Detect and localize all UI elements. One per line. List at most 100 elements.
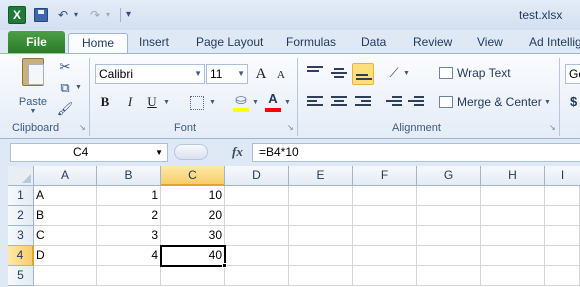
shrink-font-button[interactable]: A <box>272 66 290 84</box>
cell-a2[interactable]: B <box>34 206 97 226</box>
insert-function-icon[interactable]: fx <box>232 144 243 160</box>
cell-b3[interactable]: 3 <box>97 226 161 246</box>
column-header-a[interactable]: A <box>34 166 97 186</box>
borders-icon[interactable] <box>190 96 204 110</box>
worksheet-grid[interactable]: A B C D E F G H I 1 2 3 4 5 A 1 10 B 2 2… <box>0 166 580 287</box>
cell-i5[interactable] <box>545 266 580 286</box>
grow-font-button[interactable]: A <box>252 65 270 83</box>
cell-e5[interactable] <box>289 266 353 286</box>
merge-dropdown-icon[interactable]: ▼ <box>544 99 551 106</box>
cell-c5[interactable] <box>161 266 225 286</box>
cell-d5[interactable] <box>225 266 289 286</box>
cell-f2[interactable] <box>353 206 417 226</box>
copy-icon[interactable]: ⧉ <box>56 79 74 97</box>
cell-h4[interactable] <box>481 246 545 266</box>
format-painter-icon[interactable]: 🖌 <box>56 100 74 118</box>
font-size-select[interactable]: 11 ▼ <box>206 64 248 84</box>
cell-i2[interactable] <box>545 206 580 226</box>
cell-b5[interactable] <box>97 266 161 286</box>
tab-ad-intelligence[interactable]: Ad Intellig <box>529 33 580 53</box>
cell-e1[interactable] <box>289 186 353 206</box>
wrap-text-button[interactable]: Wrap Text <box>439 64 511 82</box>
cell-d4[interactable] <box>225 246 289 266</box>
column-header-c[interactable]: C <box>161 166 225 186</box>
cell-a4[interactable]: D <box>34 246 97 266</box>
row-header-3[interactable]: 3 <box>8 226 34 246</box>
column-header-b[interactable]: B <box>97 166 161 186</box>
decrease-indent-icon[interactable] <box>386 96 402 110</box>
excel-logo-icon[interactable]: X <box>8 6 26 24</box>
cell-e3[interactable] <box>289 226 353 246</box>
row-header-5[interactable]: 5 <box>8 266 34 286</box>
cell-a1[interactable]: A <box>34 186 97 206</box>
cell-d1[interactable] <box>225 186 289 206</box>
undo-button[interactable]: ↶ <box>58 7 72 23</box>
orientation-dropdown-icon[interactable]: ▼ <box>403 70 410 77</box>
top-align-icon[interactable] <box>307 66 323 80</box>
cut-icon[interactable]: ✂ <box>56 58 74 76</box>
cell-a5[interactable] <box>34 266 97 286</box>
tab-page-layout[interactable]: Page Layout <box>196 33 263 53</box>
tab-view[interactable]: View <box>477 33 503 53</box>
alignment-launcher-icon[interactable]: ↘ <box>549 124 557 132</box>
customize-quick-access-icon[interactable]: ▾ <box>126 7 136 23</box>
cell-b2[interactable]: 2 <box>97 206 161 226</box>
increase-indent-icon[interactable] <box>408 96 424 110</box>
formula-input[interactable]: =B4*10 <box>252 143 580 162</box>
cell-c3[interactable]: 30 <box>161 226 225 246</box>
align-center-icon[interactable] <box>331 96 347 110</box>
fill-color-dropdown-icon[interactable]: ▼ <box>252 99 259 106</box>
cell-g1[interactable] <box>417 186 481 206</box>
cell-f3[interactable] <box>353 226 417 246</box>
cell-f4[interactable] <box>353 246 417 266</box>
tab-data[interactable]: Data <box>361 33 386 53</box>
tab-review[interactable]: Review <box>413 33 452 53</box>
cell-b4[interactable]: 4 <box>97 246 161 266</box>
column-header-h[interactable]: H <box>481 166 545 186</box>
number-format-select[interactable]: Ge <box>565 64 580 84</box>
formula-bar-resize-handle[interactable] <box>174 144 208 160</box>
middle-align-icon[interactable] <box>331 68 347 82</box>
row-header-1[interactable]: 1 <box>8 186 34 206</box>
clipboard-launcher-icon[interactable]: ↘ <box>79 124 87 132</box>
cell-f1[interactable] <box>353 186 417 206</box>
cell-c1[interactable]: 10 <box>161 186 225 206</box>
tab-insert[interactable]: Insert <box>139 33 169 53</box>
cell-h2[interactable] <box>481 206 545 226</box>
cell-i3[interactable] <box>545 226 580 246</box>
underline-button[interactable]: U <box>143 93 161 111</box>
cell-h5[interactable] <box>481 266 545 286</box>
cell-b1[interactable]: 1 <box>97 186 161 206</box>
copy-dropdown-icon[interactable]: ▼ <box>75 84 82 91</box>
font-name-select[interactable]: Calibri ▼ <box>95 64 205 84</box>
cell-g2[interactable] <box>417 206 481 226</box>
font-launcher-icon[interactable]: ↘ <box>287 124 295 132</box>
cell-g5[interactable] <box>417 266 481 286</box>
cell-h1[interactable] <box>481 186 545 206</box>
borders-dropdown-icon[interactable]: ▼ <box>209 99 216 106</box>
font-color-dropdown-icon[interactable]: ▼ <box>284 99 291 106</box>
row-header-2[interactable]: 2 <box>8 206 34 226</box>
orientation-icon[interactable]: ⟋ <box>385 64 403 82</box>
paste-button[interactable]: Paste ▼ <box>14 58 52 118</box>
column-header-e[interactable]: E <box>289 166 353 186</box>
row-header-4[interactable]: 4 <box>8 246 34 266</box>
italic-button[interactable]: I <box>121 93 139 111</box>
tab-formulas[interactable]: Formulas <box>286 33 336 53</box>
tab-home[interactable]: Home <box>68 33 129 53</box>
redo-button[interactable]: ↷ <box>90 7 104 23</box>
cell-d3[interactable] <box>225 226 289 246</box>
column-header-g[interactable]: G <box>417 166 481 186</box>
cell-g3[interactable] <box>417 226 481 246</box>
tab-file[interactable]: File <box>8 31 65 53</box>
align-left-icon[interactable] <box>307 96 323 110</box>
underline-dropdown-icon[interactable]: ▼ <box>163 99 170 106</box>
chevron-down-icon[interactable]: ▼ <box>155 144 163 161</box>
column-header-f[interactable]: F <box>353 166 417 186</box>
fill-handle[interactable] <box>222 263 227 268</box>
cell-h3[interactable] <box>481 226 545 246</box>
cell-c2[interactable]: 20 <box>161 206 225 226</box>
redo-dropdown-icon[interactable]: ▾ <box>106 7 114 23</box>
cell-d2[interactable] <box>225 206 289 226</box>
align-right-icon[interactable] <box>355 96 371 110</box>
